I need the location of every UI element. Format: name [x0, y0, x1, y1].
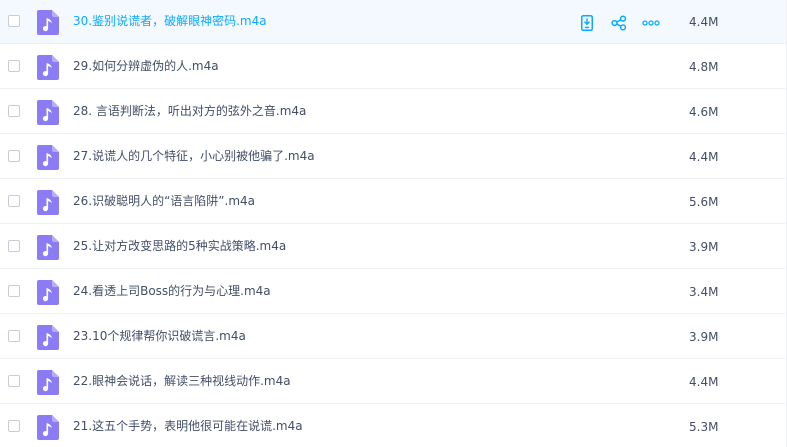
- row-actions: [578, 14, 660, 32]
- file-size: 5.6M: [689, 195, 719, 209]
- file-size: 3.9M: [689, 240, 719, 254]
- file-name[interactable]: 29.如何分辨虚伪的人.m4a: [73, 58, 219, 75]
- more-button[interactable]: [642, 14, 660, 32]
- row-checkbox[interactable]: [8, 15, 20, 27]
- file-size: 5.3M: [689, 420, 719, 434]
- file-row[interactable]: 27.说谎人的几个特征，小心别被他骗了.m4a 4.4M: [0, 135, 787, 179]
- file-row[interactable]: 23.10个规律帮你识破谎言.m4a 3.9M: [0, 315, 787, 359]
- file-name[interactable]: 26.识破聪明人的“语言陷阱”.m4a: [73, 193, 255, 210]
- file-size: 3.4M: [689, 285, 719, 299]
- music-file-icon: [37, 370, 59, 395]
- file-size: 4.4M: [689, 375, 719, 389]
- music-file-icon: [37, 235, 59, 260]
- row-checkbox[interactable]: [8, 375, 20, 387]
- more-icon: [642, 20, 660, 26]
- music-file-icon: [37, 55, 59, 80]
- phone-download-icon: [581, 15, 593, 31]
- file-size: 4.6M: [689, 105, 719, 119]
- file-name[interactable]: 22.眼神会说话，解读三种视线动作.m4a: [73, 373, 291, 390]
- file-row[interactable]: 28. 言语判断法，听出对方的弦外之音.m4a 4.6M: [0, 90, 787, 134]
- file-row[interactable]: 24.看透上司Boss的行为与心理.m4a 3.4M: [0, 270, 787, 314]
- music-file-icon: [37, 145, 59, 170]
- file-name[interactable]: 23.10个规律帮你识破谎言.m4a: [73, 328, 246, 345]
- file-row[interactable]: 22.眼神会说话，解读三种视线动作.m4a 4.4M: [0, 360, 787, 404]
- row-checkbox[interactable]: [8, 195, 20, 207]
- file-row[interactable]: 30.鉴别说谎者，破解眼神密码.m4a 4.4M: [0, 0, 787, 44]
- row-checkbox[interactable]: [8, 105, 20, 117]
- file-name[interactable]: 28. 言语判断法，听出对方的弦外之音.m4a: [73, 103, 306, 120]
- file-row[interactable]: 29.如何分辨虚伪的人.m4a 4.8M: [0, 45, 787, 89]
- share-icon: [611, 15, 627, 31]
- file-size: 3.9M: [689, 330, 719, 344]
- file-size: 4.4M: [689, 15, 719, 29]
- music-file-icon: [37, 190, 59, 215]
- music-file-icon: [37, 100, 59, 125]
- row-checkbox[interactable]: [8, 150, 20, 162]
- file-name[interactable]: 21.这五个手势，表明他很可能在说谎.m4a: [73, 418, 303, 435]
- row-checkbox[interactable]: [8, 240, 20, 252]
- file-name[interactable]: 25.让对方改变思路的5种实战策略.m4a: [73, 238, 286, 255]
- file-name[interactable]: 24.看透上司Boss的行为与心理.m4a: [73, 283, 271, 300]
- music-file-icon: [37, 10, 59, 35]
- music-file-icon: [37, 325, 59, 350]
- row-checkbox[interactable]: [8, 60, 20, 72]
- file-row[interactable]: 21.这五个手势，表明他很可能在说谎.m4a 5.3M: [0, 405, 787, 447]
- row-checkbox[interactable]: [8, 330, 20, 342]
- music-file-icon: [37, 280, 59, 305]
- share-button[interactable]: [610, 14, 628, 32]
- music-file-icon: [37, 415, 59, 440]
- file-size: 4.8M: [689, 60, 719, 74]
- phone-download-button[interactable]: [578, 14, 596, 32]
- row-checkbox[interactable]: [8, 285, 20, 297]
- file-name[interactable]: 27.说谎人的几个特征，小心别被他骗了.m4a: [73, 148, 315, 165]
- file-row[interactable]: 25.让对方改变思路的5种实战策略.m4a 3.9M: [0, 225, 787, 269]
- file-name[interactable]: 30.鉴别说谎者，破解眼神密码.m4a: [73, 13, 267, 30]
- file-row[interactable]: 26.识破聪明人的“语言陷阱”.m4a 5.6M: [0, 180, 787, 224]
- file-list: 30.鉴别说谎者，破解眼神密码.m4a 4.4M 29.如何分辨虚伪的人.m4a…: [0, 0, 787, 447]
- file-size: 4.4M: [689, 150, 719, 164]
- row-checkbox[interactable]: [8, 420, 20, 432]
